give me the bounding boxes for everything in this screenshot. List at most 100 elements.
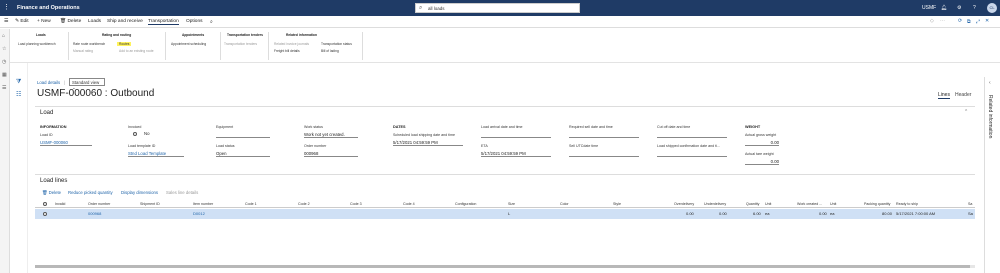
toolbar-icon-1[interactable]: ◇ [930, 19, 934, 24]
chevron-left-icon[interactable]: ‹ [989, 80, 991, 86]
col-style[interactable]: Style [613, 202, 621, 206]
menu-icon[interactable]: ☰ [4, 19, 8, 24]
tab-ship-receive[interactable]: Ship and receive [107, 19, 143, 24]
template-value[interactable]: Stnd Load Template [128, 151, 166, 156]
gross-field[interactable]: 0.00 [745, 138, 779, 146]
sell-utc-field[interactable] [569, 149, 639, 157]
related-info-label[interactable]: Related information [987, 95, 993, 138]
add-existing-route-button[interactable]: Add to an existing route [119, 49, 154, 53]
section-title[interactable]: Load [40, 110, 53, 116]
search-box[interactable]: ⌕ all loads [415, 3, 580, 13]
help-icon[interactable]: ? [973, 5, 976, 11]
col-code2[interactable]: Code 2 [298, 202, 310, 206]
action-search-icon[interactable]: ⌕ [210, 19, 213, 25]
list-view-icon[interactable]: ☷ [16, 91, 21, 98]
template-field[interactable]: Stnd Load Template [128, 149, 184, 157]
select-all-checkbox[interactable] [43, 202, 47, 206]
bell-icon[interactable]: 🔔︎ [941, 5, 947, 11]
row-checkbox[interactable] [43, 212, 47, 216]
scrollbar-thumb[interactable] [35, 265, 970, 268]
tab-loads[interactable]: Loads [88, 19, 101, 24]
new-button[interactable]: + New [37, 19, 51, 24]
col-code1[interactable]: Code 1 [245, 202, 257, 206]
col-order-number[interactable]: Order number [88, 202, 110, 206]
gear-icon[interactable]: ⚙ [957, 5, 961, 11]
ribbon [10, 29, 1000, 63]
horizontal-scrollbar[interactable] [35, 265, 975, 268]
divider [268, 32, 269, 60]
col-color[interactable]: Color [560, 202, 569, 206]
col-sa[interactable]: Sa [968, 202, 972, 206]
freight-bill-details-button[interactable]: Freight bill details [274, 49, 300, 53]
related-invoice-journals-button[interactable]: Related invoice journals [274, 42, 309, 46]
refresh-icon[interactable]: ⟳ [958, 19, 962, 24]
chevron-up-icon[interactable]: ⌃ [964, 109, 968, 115]
req-sell-field[interactable] [569, 130, 639, 138]
search-input[interactable]: all loads [428, 6, 445, 11]
appointment-scheduling-button[interactable]: Appointment scheduling [171, 42, 206, 46]
tab-header[interactable]: Header [955, 92, 971, 98]
open-new-icon[interactable]: ⧉ [967, 19, 970, 25]
lines-section-title[interactable]: Load lines [40, 178, 67, 184]
equipment-field[interactable] [216, 130, 270, 138]
delete-button[interactable]: 🗑︎ Delete [60, 19, 81, 24]
cell-item-number[interactable]: D0012 [193, 211, 205, 216]
tab-lines[interactable]: Lines [938, 92, 950, 99]
sales-line-details-button[interactable]: Sales line details [166, 190, 198, 195]
col-code4[interactable]: Code 4 [403, 202, 415, 206]
confirm-field[interactable] [657, 149, 727, 157]
load-id-field[interactable]: USMF-000060 [40, 138, 92, 146]
req-sell-label: Required sell date and time [569, 125, 613, 129]
filter-icon[interactable]: ⧩ [16, 79, 21, 86]
home-icon[interactable]: ⌂ [2, 33, 5, 39]
cutoff-field[interactable] [657, 130, 727, 138]
col-packing-quantity[interactable]: Packing quantity [864, 202, 890, 206]
star-icon[interactable]: ☆ [2, 46, 6, 52]
transportation-tenders-button[interactable]: Transportation tenders [224, 42, 257, 46]
view-selector[interactable]: Standard view ⌄ [69, 78, 105, 90]
bill-of-lading-button[interactable]: Bill of lading [321, 49, 339, 53]
avatar[interactable]: CL [987, 3, 997, 13]
manual-rating-button[interactable]: Manual rating [73, 49, 93, 53]
tab-transportation[interactable]: Transportation [148, 19, 179, 25]
col-overdelivery[interactable]: Overdelivery [674, 202, 694, 206]
col-unit[interactable]: Unit [765, 202, 771, 206]
sched-field[interactable]: 5/17/2021 04:59:59 PM [393, 138, 463, 146]
load-planning-workbench-button[interactable]: Load planning workbench [18, 42, 56, 46]
eta-label: ETA [481, 144, 488, 148]
display-dimensions-button[interactable]: Display dimensions [121, 190, 158, 195]
line-delete-button[interactable]: 🗑︎ Delete [42, 190, 61, 196]
breadcrumb[interactable]: Load details [37, 80, 60, 85]
col-unit2[interactable]: Unit [830, 202, 836, 206]
clock-icon[interactable]: ◷ [2, 59, 6, 65]
reduce-qty-button[interactable]: Reduce picked quantity [68, 190, 113, 195]
toolbar-icon-2[interactable]: ⋯ [940, 19, 945, 24]
col-code3[interactable]: Code 3 [350, 202, 362, 206]
rate-route-workbench-button[interactable]: Rate route workbench [73, 42, 105, 46]
tab-options[interactable]: Options [186, 19, 203, 24]
col-size[interactable]: Size [508, 202, 515, 206]
edit-button[interactable]: ✎ Edit [15, 19, 29, 24]
col-work-created[interactable]: Work created ... [797, 202, 822, 206]
routes-button[interactable]: Routes [117, 42, 132, 46]
invoiced-toggle[interactable] [133, 132, 137, 136]
col-shipment-id[interactable]: Shipment ID [140, 202, 160, 206]
transportation-status-button[interactable]: Transportation status [321, 42, 352, 46]
col-ready-to-ship[interactable]: Ready to ship [896, 202, 918, 206]
col-configuration[interactable]: Configuration [455, 202, 476, 206]
load-id-value[interactable]: USMF-000060 [40, 140, 68, 145]
company-selector[interactable]: USMF [922, 5, 936, 11]
cell-order-number[interactable]: 000968 [88, 211, 101, 216]
tare-field[interactable]: 0.00 [745, 157, 779, 165]
col-item-number[interactable]: Item number [193, 202, 213, 206]
col-quantity[interactable]: Quantity [746, 202, 759, 206]
col-invalid[interactable]: Invalid [55, 202, 65, 206]
cell-sa: Sa [968, 211, 973, 216]
close-icon[interactable]: ✕ [985, 19, 989, 24]
workspaces-icon[interactable]: ▦ [2, 72, 7, 78]
arrival-field[interactable] [481, 130, 551, 138]
col-underdelivery[interactable]: Underdelivery [704, 202, 726, 206]
eta-field[interactable]: 5/17/2021 04:59:59 PM [481, 149, 551, 157]
list-icon[interactable]: ☰ [2, 85, 6, 91]
popout-icon[interactable]: ⤢ [976, 19, 980, 25]
